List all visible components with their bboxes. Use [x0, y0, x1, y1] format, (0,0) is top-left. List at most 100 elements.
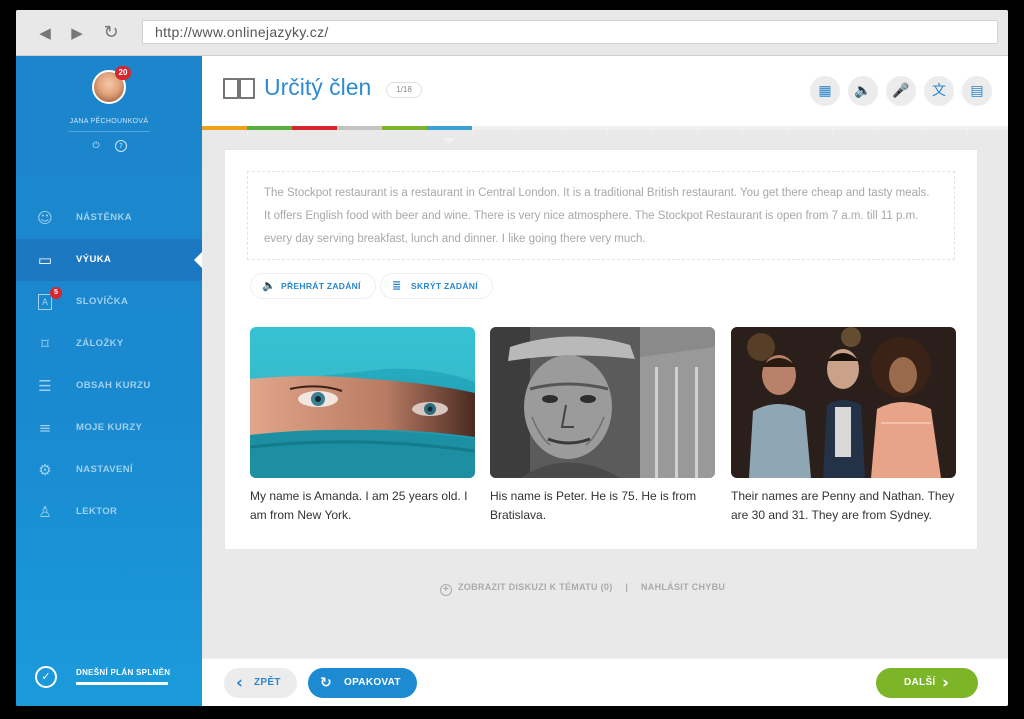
sidebar: 20 JANA PĚCHOUNKOVÁ ⏻ ? ☺ NÁSTĚNKA ▭ VÝU…: [16, 56, 202, 706]
translate-icon[interactable]: 文: [924, 76, 954, 106]
progress-tick: [877, 130, 878, 140]
repeat-button[interactable]: ↻ OPAKOVAT: [308, 668, 417, 698]
chevron-left-icon: ‹: [236, 673, 244, 693]
bottom-action-bar: ‹ ZPĚT ↻ OPAKOVAT DALŠÍ ›: [202, 658, 1008, 706]
progress-segment: [427, 126, 472, 130]
browser-window: ◀ ▶ ↻ http://www.onlinejazyky.cz/ 20 JAN…: [16, 10, 1008, 706]
photo-amanda-image: [250, 327, 475, 478]
exercise-intro-text: The Stockpot restaurant is a restaurant …: [247, 171, 955, 260]
back-arrow-icon[interactable]: ◀: [34, 22, 56, 44]
photo-peter: [490, 327, 715, 478]
sidebar-item-label: VÝUKA: [76, 254, 112, 265]
photo-penny-nathan-image: [731, 327, 956, 478]
bookmark-icon: ⌑: [41, 335, 49, 353]
sidebar-item-label: ZÁLOŽKY: [76, 338, 124, 349]
progress-segment: [382, 126, 427, 130]
keyboard-icon[interactable]: ▦: [810, 76, 840, 106]
show-discussion-link[interactable]: ZOBRAZIT DISKUZI K TÉMATU (0): [458, 582, 613, 592]
sidebar-item-nastaveni[interactable]: ⚙ NASTAVENÍ: [16, 449, 202, 491]
play-assignment-button[interactable]: 🔈 PŘEHRÁT ZADÁNÍ: [251, 274, 375, 298]
dashboard-icon: ☺: [37, 209, 53, 227]
sidebar-item-nastenka[interactable]: ☺ NÁSTĚNKA: [16, 197, 202, 239]
report-error-link[interactable]: NAHLÁSIT CHYBU: [641, 582, 725, 592]
stopwatch-icon: ✓: [35, 666, 57, 688]
notes-icon[interactable]: ▤: [962, 76, 992, 106]
help-icon[interactable]: ?: [115, 140, 127, 152]
speaker-icon[interactable]: 🔈: [848, 76, 878, 106]
progress-tick: [832, 130, 833, 140]
progress-tick: [292, 130, 293, 140]
sidebar-item-label: NÁSTĚNKA: [76, 212, 132, 223]
user-name: JANA PĚCHOUNKOVÁ: [69, 118, 149, 125]
lesson-header: Určitý člen 1/18 ▦ 🔈 🎤 文 ▤: [202, 56, 1008, 128]
next-button-label: DALŠÍ: [904, 677, 936, 688]
progress-tick: [382, 130, 383, 140]
progress-segment: [247, 126, 292, 130]
sidebar-item-slovicka[interactable]: A 5 SLOVÍČKA: [16, 281, 202, 323]
progress-tick: [472, 130, 473, 140]
chevron-right-icon: ›: [942, 673, 950, 693]
open-book-icon: [223, 78, 255, 99]
progress-segment: [292, 126, 337, 130]
caption-penny-nathan: Their names are Penny and Nathan. They a…: [731, 489, 955, 522]
progress-tick: [562, 130, 563, 140]
divider: [68, 131, 150, 132]
progress-tick: [652, 130, 653, 140]
page-title: Určitý člen: [264, 74, 372, 100]
footer-separator: |: [625, 582, 629, 592]
plus-icon: +: [440, 584, 452, 596]
progress-tick: [922, 130, 923, 140]
repeat-button-label: OPAKOVAT: [344, 677, 401, 688]
hide-assignment-button[interactable]: ≣ SKRÝT ZADÁNÍ: [381, 274, 492, 298]
vocabulary-icon: A: [38, 294, 52, 310]
progress-tick: [967, 130, 968, 140]
progress-tick: [247, 130, 248, 140]
lesson-progress-bar: [202, 126, 1008, 140]
photo-peter-image: [490, 327, 715, 478]
sidebar-item-zalozky[interactable]: ⌑ ZÁLOŽKY: [16, 323, 202, 365]
sidebar-item-label: SLOVÍČKA: [76, 296, 129, 307]
sidebar-item-label: NASTAVENÍ: [76, 464, 134, 475]
gear-icon: ⚙: [38, 461, 52, 479]
list-icon: ≣: [392, 279, 402, 292]
sidebar-item-obsah-kurzu[interactable]: ☰ OBSAH KURZU: [16, 365, 202, 407]
lesson-counter: 1/18: [386, 82, 422, 98]
my-courses-icon: ≡: [38, 419, 52, 437]
sidebar-item-label: OBSAH KURZU: [76, 380, 151, 391]
sidebar-item-label: MOJE KURZY: [76, 422, 143, 433]
sidebar-item-lektor[interactable]: ♙ LEKTOR: [16, 491, 202, 533]
exercise-panel: The Stockpot restaurant is a restaurant …: [224, 149, 978, 550]
browser-toolbar: ◀ ▶ ↻ http://www.onlinejazyky.cz/: [16, 10, 1008, 56]
hide-assignment-label: SKRÝT ZADÁNÍ: [411, 281, 478, 291]
course-content-icon: ☰: [38, 377, 52, 395]
sidebar-item-moje-kurzy[interactable]: ≡ MOJE KURZY: [16, 407, 202, 449]
progress-tick: [517, 130, 518, 140]
next-button[interactable]: DALŠÍ ›: [876, 668, 978, 698]
photo-amanda: [250, 327, 475, 478]
forward-arrow-icon[interactable]: ▶: [66, 22, 88, 44]
book-icon: ▭: [37, 251, 53, 269]
play-assignment-label: PŘEHRÁT ZADÁNÍ: [281, 281, 361, 291]
progress-tick: [697, 130, 698, 140]
sidebar-item-vyuka[interactable]: ▭ VÝUKA: [16, 239, 202, 281]
photo-penny-nathan: [731, 327, 956, 478]
power-icon[interactable]: ⏻: [90, 140, 102, 152]
back-button[interactable]: ‹ ZPĚT: [224, 668, 297, 698]
daily-plan-progress: [76, 682, 168, 685]
progress-pointer: [442, 138, 456, 144]
progress-tick: [742, 130, 743, 140]
reload-icon[interactable]: ↻: [100, 22, 122, 44]
notification-badge[interactable]: 20: [115, 66, 131, 80]
sidebar-item-label: LEKTOR: [76, 506, 118, 517]
tutor-icon: ♙: [38, 503, 52, 521]
footer-links: + ZOBRAZIT DISKUZI K TÉMATU (0) | NAHLÁSI…: [440, 582, 725, 596]
progress-tick: [337, 130, 338, 140]
microphone-icon[interactable]: 🎤: [886, 76, 916, 106]
caption-peter: His name is Peter. He is 75. He is from …: [490, 489, 697, 522]
daily-plan-label: DNEŠNÍ PLÁN SPLNĚN: [76, 668, 171, 677]
progress-tick: [427, 130, 428, 140]
address-bar[interactable]: http://www.onlinejazyky.cz/: [142, 20, 998, 44]
progress-segment: [202, 126, 247, 130]
progress-tick: [787, 130, 788, 140]
progress-tick: [607, 130, 608, 140]
